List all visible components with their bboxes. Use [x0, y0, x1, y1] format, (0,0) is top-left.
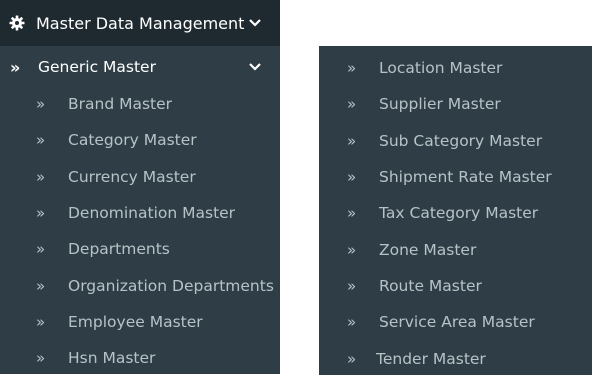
menu-item-label: Tender Master: [376, 349, 486, 368]
menu-item-route-master[interactable]: » Route Master: [319, 268, 592, 304]
menu-item-supplier-master[interactable]: » Supplier Master: [319, 86, 592, 122]
menu-item-label: Route Master: [379, 276, 482, 295]
double-chevron-right-icon: »: [347, 240, 357, 259]
double-chevron-right-icon: »: [347, 131, 357, 150]
double-chevron-right-icon: »: [347, 204, 357, 223]
menu-item-label: Location Master: [379, 59, 503, 78]
double-chevron-right-icon: »: [36, 349, 46, 368]
menu-item-label: Supplier Master: [379, 95, 501, 114]
menu-item-currency-master[interactable]: » Currency Master: [0, 159, 280, 195]
menu-item-departments[interactable]: » Departments: [0, 231, 280, 267]
menu-item-label: Tax Category Master: [379, 204, 539, 223]
menu-item-tender-master[interactable]: » Tender Master: [319, 340, 592, 376]
master-data-management-menu[interactable]: Master Data Management: [0, 0, 280, 46]
menu-item-label: Category Master: [68, 131, 197, 150]
double-chevron-right-icon: »: [36, 240, 46, 259]
generic-master-label: Generic Master: [38, 58, 156, 76]
menu-item-location-master[interactable]: » Location Master: [319, 50, 592, 86]
menu-item-service-area-master[interactable]: » Service Area Master: [319, 304, 592, 340]
double-chevron-right-icon: »: [347, 313, 357, 332]
menu-item-shipment-rate-master[interactable]: » Shipment Rate Master: [319, 159, 592, 195]
double-chevron-right-icon: »: [347, 276, 357, 295]
menu-item-denomination-master[interactable]: » Denomination Master: [0, 195, 280, 231]
menu-item-label: Employee Master: [68, 312, 203, 331]
menu-item-tax-category-master[interactable]: » Tax Category Master: [319, 195, 592, 231]
double-chevron-right-icon: »: [36, 312, 46, 331]
double-chevron-right-icon: »: [36, 204, 46, 223]
generic-master-menu[interactable]: » Generic Master: [0, 48, 280, 86]
menu-header-label: Master Data Management: [36, 13, 245, 33]
menu-item-label: Denomination Master: [68, 204, 236, 223]
menu-item-organization-departments[interactable]: » Organization Departments: [0, 267, 280, 303]
double-chevron-right-icon: »: [36, 95, 46, 114]
double-chevron-right-icon: »: [347, 349, 357, 368]
menu-item-label: Shipment Rate Master: [379, 168, 552, 187]
double-chevron-right-icon: »: [347, 168, 357, 187]
menu-item-category-master[interactable]: » Category Master: [0, 122, 280, 158]
menu-item-zone-master[interactable]: » Zone Master: [319, 231, 592, 267]
menu-item-label: Hsn Master: [68, 349, 156, 368]
menu-item-label: Zone Master: [379, 240, 477, 259]
menu-item-brand-master[interactable]: » Brand Master: [0, 86, 280, 122]
menu-item-label: Currency Master: [68, 167, 196, 186]
double-chevron-right-icon: »: [36, 131, 46, 150]
double-chevron-right-icon: »: [347, 59, 357, 78]
double-chevron-right-icon: »: [36, 276, 46, 295]
menu-item-hsn-master[interactable]: » Hsn Master: [0, 340, 280, 376]
generic-master-submenu-left: » Brand Master » Category Master » Currency…: [0, 86, 280, 376]
double-chevron-right-icon: »: [10, 57, 21, 77]
menu-item-label: Sub Category Master: [379, 131, 543, 150]
menu-item-employee-master[interactable]: » Employee Master: [0, 304, 280, 340]
generic-master-submenu-right: » Location Master » Supplier Master » Sub C…: [319, 50, 592, 377]
menu-item-label: Organization Departments: [68, 276, 274, 295]
menu-item-label: Service Area Master: [379, 313, 535, 332]
chevron-down-icon: [248, 60, 262, 74]
chevron-down-icon: [248, 16, 262, 30]
sidebar-menu-right: » Location Master » Supplier Master » Sub C…: [319, 46, 592, 375]
gear-icon: [8, 14, 26, 32]
sidebar-menu-left: Master Data Management » Generic Master …: [0, 0, 280, 374]
menu-item-label: Brand Master: [68, 95, 173, 114]
double-chevron-right-icon: »: [347, 95, 357, 114]
menu-item-label: Departments: [68, 240, 170, 259]
menu-item-sub-category-master[interactable]: » Sub Category Master: [319, 123, 592, 159]
double-chevron-right-icon: »: [36, 167, 46, 186]
